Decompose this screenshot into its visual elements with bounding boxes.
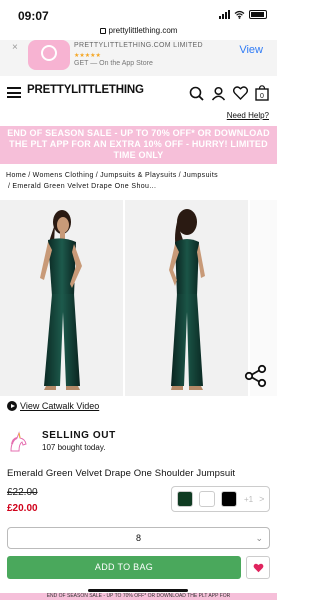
status-icons xyxy=(219,10,267,19)
breadcrumb: Home / Womens Clothing / Jumpsuits & Playsui… xyxy=(6,172,219,190)
account-icon[interactable] xyxy=(211,86,226,101)
more-colours-count[interactable]: +1 xyxy=(244,495,253,504)
model-front-illustration xyxy=(40,210,82,390)
swatch-white[interactable] xyxy=(199,491,215,507)
breadcrumb-home[interactable]: Home xyxy=(6,172,26,179)
app-rating-stars: ★★★★★ xyxy=(74,53,101,59)
bought-today-text: 107 bought today. xyxy=(42,443,106,452)
status-time: 09:07 xyxy=(18,9,49,23)
share-icon[interactable] xyxy=(244,364,268,388)
site-logo[interactable]: PRETTYLITTLETHING xyxy=(27,84,144,96)
header-icons: 0 xyxy=(189,85,269,101)
url-text: prettylittlething.com xyxy=(108,26,178,35)
product-image-back[interactable] xyxy=(125,200,248,396)
sale-price: £20.00 xyxy=(7,503,38,514)
bag-icon[interactable]: 0 xyxy=(255,85,269,101)
bag-count: 0 xyxy=(260,93,264,100)
catwalk-label: View Catwalk Video xyxy=(20,401,100,411)
battery-icon xyxy=(249,10,267,19)
size-select[interactable]: 8 ⌄ xyxy=(7,527,270,549)
site-header: PRETTYLITTLETHING 0 xyxy=(0,80,277,108)
smart-app-banner: × PRETTYLITTLETHING.COM LIMITED ★★★★★ GE… xyxy=(0,40,277,76)
model-back-illustration xyxy=(169,209,205,390)
breadcrumb-womens-clothing[interactable]: Womens Clothing xyxy=(33,172,94,179)
wishlist-button[interactable] xyxy=(246,556,270,579)
product-image-front[interactable] xyxy=(0,200,123,396)
heart-icon xyxy=(253,563,263,572)
view-app-button[interactable]: View xyxy=(239,44,263,56)
selling-out-title: SELLING OUT xyxy=(42,430,116,441)
app-icon xyxy=(28,40,70,70)
catwalk-video-link[interactable]: View Catwalk Video xyxy=(7,401,99,411)
breadcrumb-jumpsuits[interactable]: Jumpsuits xyxy=(183,172,218,179)
close-icon[interactable]: × xyxy=(12,42,18,53)
swatch-black[interactable] xyxy=(221,491,237,507)
promo-banner[interactable]: END OF SEASON SALE - UP TO 70% OFF* OR D… xyxy=(0,126,277,164)
footer-promo-banner[interactable]: END OF SEASON SALE - UP TO 70% OFF* OR D… xyxy=(0,593,277,600)
need-help-link[interactable]: Need Help? xyxy=(227,111,269,120)
chevron-right-icon[interactable]: > xyxy=(259,494,264,504)
unicorn-icon xyxy=(10,431,27,452)
signal-icon xyxy=(219,10,230,19)
app-name: PRETTYLITTLETHING.COM LIMITED xyxy=(74,42,203,49)
selling-out-notice: SELLING OUT 107 bought today. xyxy=(7,427,270,455)
play-icon xyxy=(7,401,17,411)
chevron-down-icon: ⌄ xyxy=(255,533,263,543)
breadcrumb-current: Emerald Green Velvet Drape One Shou... xyxy=(12,183,157,190)
original-price: £22.00 xyxy=(7,487,38,498)
colour-swatches: +1 > xyxy=(171,486,270,512)
add-to-bag-button[interactable]: ADD TO BAG xyxy=(7,556,241,579)
selected-size: 8 xyxy=(135,533,141,543)
swatch-emerald[interactable] xyxy=(177,491,193,507)
wishlist-heart-icon[interactable] xyxy=(233,86,248,100)
product-title: Emerald Green Velvet Drape One Shoulder … xyxy=(7,468,236,479)
menu-icon[interactable] xyxy=(7,87,21,98)
wifi-icon xyxy=(234,10,245,19)
breadcrumb-jumpsuits-playsuits[interactable]: Jumpsuits & Playsuits xyxy=(100,172,176,179)
lock-icon xyxy=(99,28,106,34)
app-store-label: GET — On the App Store xyxy=(74,60,153,67)
home-indicator xyxy=(88,589,188,592)
search-icon[interactable] xyxy=(189,86,204,101)
